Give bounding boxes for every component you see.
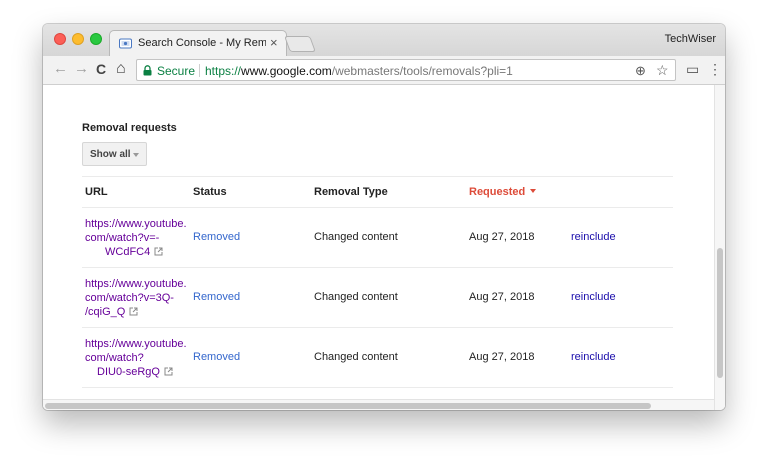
requested-date: Aug 27, 2018 — [469, 291, 535, 303]
minimize-window-button[interactable] — [72, 33, 84, 45]
horizontal-scrollbar[interactable] — [43, 399, 714, 410]
menu-icon[interactable]: ⋮ — [708, 61, 722, 77]
column-header-url: URL — [85, 186, 108, 198]
removed-url-link[interactable]: https://www.youtube. com/watch? DIU0-seR… — [85, 337, 195, 379]
show-all-dropdown[interactable]: Show all — [82, 142, 147, 166]
url-line-3: WCdFC4 — [105, 246, 151, 258]
chevron-down-icon — [133, 153, 139, 157]
forward-icon[interactable]: → — [74, 60, 89, 78]
reload-icon[interactable]: C — [96, 60, 106, 78]
lock-icon — [143, 65, 152, 76]
column-header-removal-type: Removal Type — [314, 186, 388, 198]
external-link-icon[interactable] — [154, 247, 163, 256]
url-line-1: https://www.youtube. — [85, 338, 187, 350]
search-console-favicon-icon — [119, 38, 132, 49]
url-line-2: com/watch? — [85, 352, 144, 364]
external-link-icon[interactable] — [129, 307, 138, 316]
secure-label: Secure — [157, 64, 196, 78]
url-line-3: /cqiG_Q — [85, 306, 126, 318]
url-host: www.google.com — [241, 64, 332, 78]
removal-type: Changed content — [314, 291, 398, 303]
url-line-3-wrap: DIU0-seRgQ — [85, 365, 195, 379]
cast-icon[interactable]: ▭ — [686, 61, 699, 77]
url-path: /webmasters/tools/removals?pli=1 — [331, 64, 513, 78]
address-url[interactable]: https://www.google.com/webmasters/tools/… — [205, 64, 513, 78]
removal-requests-table: URL Status Removal Type Requested https:… — [82, 176, 673, 388]
show-all-label: Show all — [90, 149, 131, 160]
url-line-2: com/watch?v=- — [85, 232, 160, 244]
status-removed[interactable]: Removed — [193, 351, 240, 363]
address-divider — [199, 64, 200, 77]
removed-url-link[interactable]: https://www.youtube. com/watch?v=- WCdFC… — [85, 217, 195, 259]
profile-name[interactable]: TechWiser — [665, 33, 716, 45]
star-icon[interactable]: ☆ — [656, 62, 669, 79]
column-header-requested[interactable]: Requested — [469, 186, 537, 198]
url-line-1: https://www.youtube. — [85, 218, 187, 230]
requested-date: Aug 27, 2018 — [469, 231, 535, 243]
url-line-3-wrap: /cqiG_Q — [85, 305, 195, 319]
maximize-window-button[interactable] — [90, 33, 102, 45]
sort-descending-icon — [530, 189, 537, 193]
new-tab-button[interactable] — [284, 36, 316, 52]
external-link-icon[interactable] — [164, 367, 173, 376]
vertical-scroll-thumb[interactable] — [717, 248, 723, 378]
browser-window: Search Console - My Removal × TechWiser … — [43, 24, 725, 410]
reinclude-link[interactable]: reinclude — [571, 351, 616, 363]
status-removed[interactable]: Removed — [193, 231, 240, 243]
close-window-button[interactable] — [54, 33, 66, 45]
url-line-2: com/watch?v=3Q- — [85, 292, 174, 304]
reinclude-link[interactable]: reinclude — [571, 291, 616, 303]
horizontal-scroll-thumb[interactable] — [45, 403, 651, 409]
browser-toolbar: ← → C ⌂ Secure https://www.google.com/we… — [43, 56, 725, 85]
table-row: https://www.youtube. com/watch?v=- WCdFC… — [82, 208, 673, 268]
status-removed[interactable]: Removed — [193, 291, 240, 303]
url-line-1: https://www.youtube. — [85, 278, 187, 290]
removal-type: Changed content — [314, 351, 398, 363]
url-line-3-wrap: WCdFC4 — [85, 245, 195, 259]
tab-close-icon[interactable]: × — [270, 35, 278, 51]
column-header-requested-label: Requested — [469, 186, 526, 198]
title-bar: Search Console - My Removal × TechWiser — [43, 24, 725, 56]
browser-tab[interactable]: Search Console - My Removal × — [109, 30, 287, 56]
vertical-scrollbar[interactable] — [714, 85, 725, 410]
removal-type: Changed content — [314, 231, 398, 243]
column-header-status: Status — [193, 186, 227, 198]
url-scheme: https:// — [205, 64, 242, 78]
tab-title: Search Console - My Removal — [138, 37, 266, 49]
reinclude-link[interactable]: reinclude — [571, 231, 616, 243]
table-row: https://www.youtube. com/watch? DIU0-seR… — [82, 328, 673, 388]
page-title: Removal requests — [82, 122, 177, 134]
table-row: https://www.youtube. com/watch?v=3Q- /cq… — [82, 268, 673, 328]
home-icon[interactable]: ⌂ — [116, 60, 126, 78]
address-bar[interactable]: Secure https://www.google.com/webmasters… — [136, 59, 676, 81]
zoom-icon[interactable]: ⊕ — [635, 63, 646, 79]
table-header: URL Status Removal Type Requested — [82, 176, 673, 208]
requested-date: Aug 27, 2018 — [469, 351, 535, 363]
removed-url-link[interactable]: https://www.youtube. com/watch?v=3Q- /cq… — [85, 277, 195, 319]
back-icon[interactable]: ← — [53, 60, 68, 78]
url-line-3: DIU0-seRgQ — [97, 366, 160, 378]
page-viewport: Removal requests Show all URL Status Rem… — [43, 85, 725, 410]
